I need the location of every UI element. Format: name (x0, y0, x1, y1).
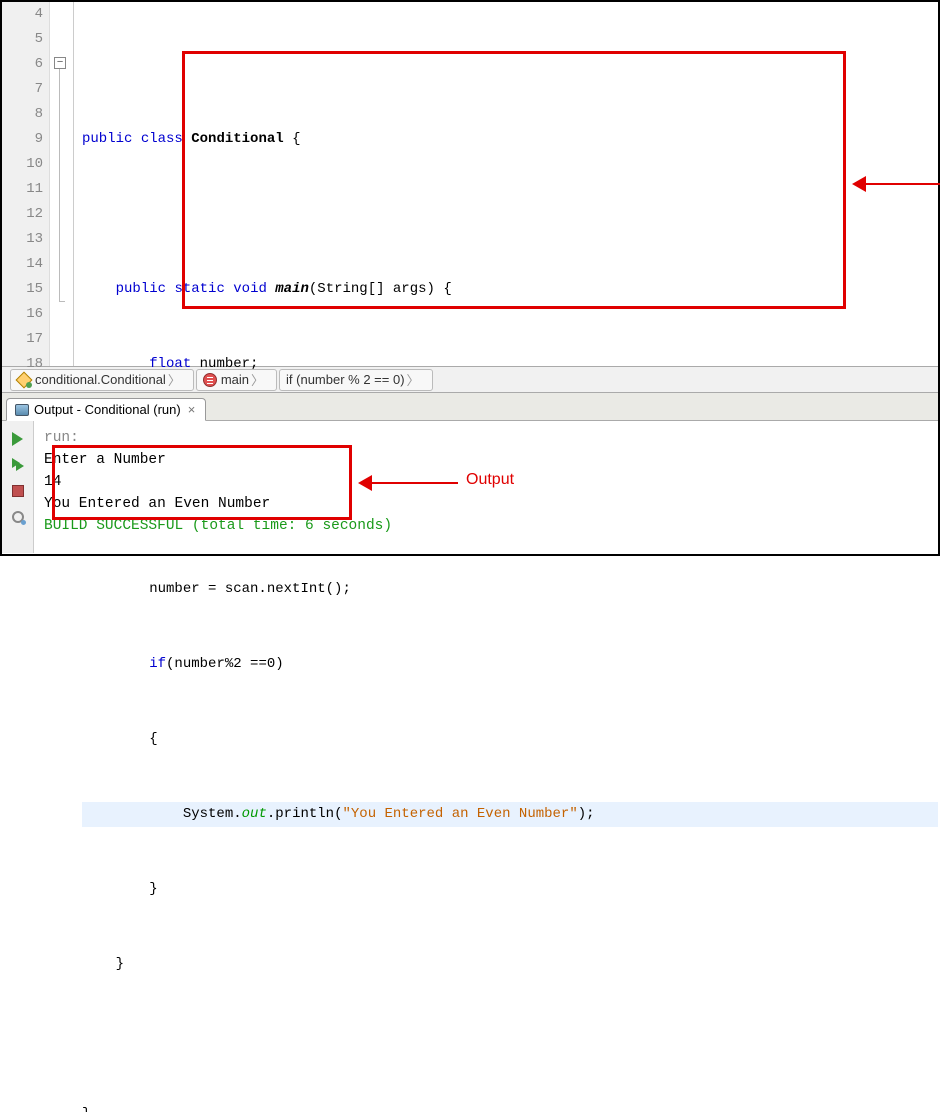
fold-toggle[interactable]: − (54, 57, 66, 69)
code-line: { (82, 727, 938, 752)
line-number-gutter: 4 5 6 7 8 9 10 11 12 13 14 15 16 17 18 (2, 2, 50, 366)
chevron-icon: 〉 (407, 370, 420, 389)
output-line: Enter a Number (44, 452, 166, 468)
code-line: public class Conditional { (82, 127, 938, 152)
output-tab-title: Output - Conditional (run) (34, 402, 181, 417)
code-line: number = scan.nextInt(); (82, 577, 938, 602)
method-icon (203, 373, 217, 387)
chevron-icon: 〉 (168, 370, 181, 389)
line-number: 16 (2, 302, 43, 327)
line-number: 6 (2, 52, 43, 77)
line-number: 4 (2, 2, 43, 27)
line-number: 8 (2, 102, 43, 127)
fold-guide (59, 69, 60, 301)
play-icon (12, 432, 23, 446)
close-icon[interactable]: × (186, 402, 198, 417)
breadcrumb-label: if (number % 2 == 0) (286, 372, 405, 387)
code-line: public static void main(String[] args) { (82, 277, 938, 302)
code-line: if(number%2 ==0) (82, 652, 938, 677)
line-number: 13 (2, 227, 43, 252)
breadcrumb-label: conditional.Conditional (35, 372, 166, 387)
annotation-arrow-code (852, 174, 940, 194)
code-line: } (82, 952, 938, 977)
annotation-box-code (182, 51, 846, 309)
line-number: 11 (2, 177, 43, 202)
line-number: 15 (2, 277, 43, 302)
fold-gutter: − (50, 2, 74, 366)
class-icon (17, 373, 31, 387)
line-number: 9 (2, 127, 43, 152)
code-line: } (82, 1102, 938, 1112)
output-line: You Entered an Even Number (44, 496, 270, 512)
settings-icon (11, 510, 25, 524)
code-line: } (82, 877, 938, 902)
line-number: 7 (2, 77, 43, 102)
breadcrumb-method[interactable]: main 〉 (196, 369, 277, 391)
output-tab[interactable]: Output - Conditional (run) × (6, 398, 206, 421)
output-toolbar (2, 421, 34, 553)
line-number: 5 (2, 27, 43, 52)
code-editor: 4 5 6 7 8 9 10 11 12 13 14 15 16 17 18 −… (2, 2, 938, 367)
code-line (82, 52, 938, 77)
output-icon (15, 404, 29, 416)
stop-icon (12, 485, 24, 497)
output-panel: run: Enter a Number 14 You Entered an Ev… (2, 421, 938, 553)
code-text-area[interactable]: public class Conditional { public static… (74, 2, 938, 366)
line-number: 14 (2, 252, 43, 277)
code-line (82, 1027, 938, 1052)
output-line: 14 (44, 474, 61, 490)
line-number: 12 (2, 202, 43, 227)
output-build-line: BUILD SUCCESSFUL (total time: 6 seconds) (44, 518, 392, 534)
breadcrumb-statement[interactable]: if (number % 2 == 0) 〉 (279, 369, 433, 391)
stop-button[interactable] (6, 479, 30, 503)
output-line: run: (44, 430, 79, 446)
rerun-last-button[interactable] (6, 453, 30, 477)
chevron-icon: 〉 (251, 370, 264, 389)
breadcrumb-class[interactable]: conditional.Conditional 〉 (10, 369, 194, 391)
code-line (82, 202, 938, 227)
fold-guide-end (59, 301, 65, 302)
annotation-label-output: Output (466, 471, 514, 489)
rerun-button[interactable] (6, 427, 30, 451)
double-play-icon (12, 458, 23, 472)
breadcrumb-label: main (221, 372, 249, 387)
code-line-highlighted: System.out.println("You Entered an Even … (82, 802, 938, 827)
settings-button[interactable] (6, 505, 30, 529)
line-number: 10 (2, 152, 43, 177)
line-number: 17 (2, 327, 43, 352)
